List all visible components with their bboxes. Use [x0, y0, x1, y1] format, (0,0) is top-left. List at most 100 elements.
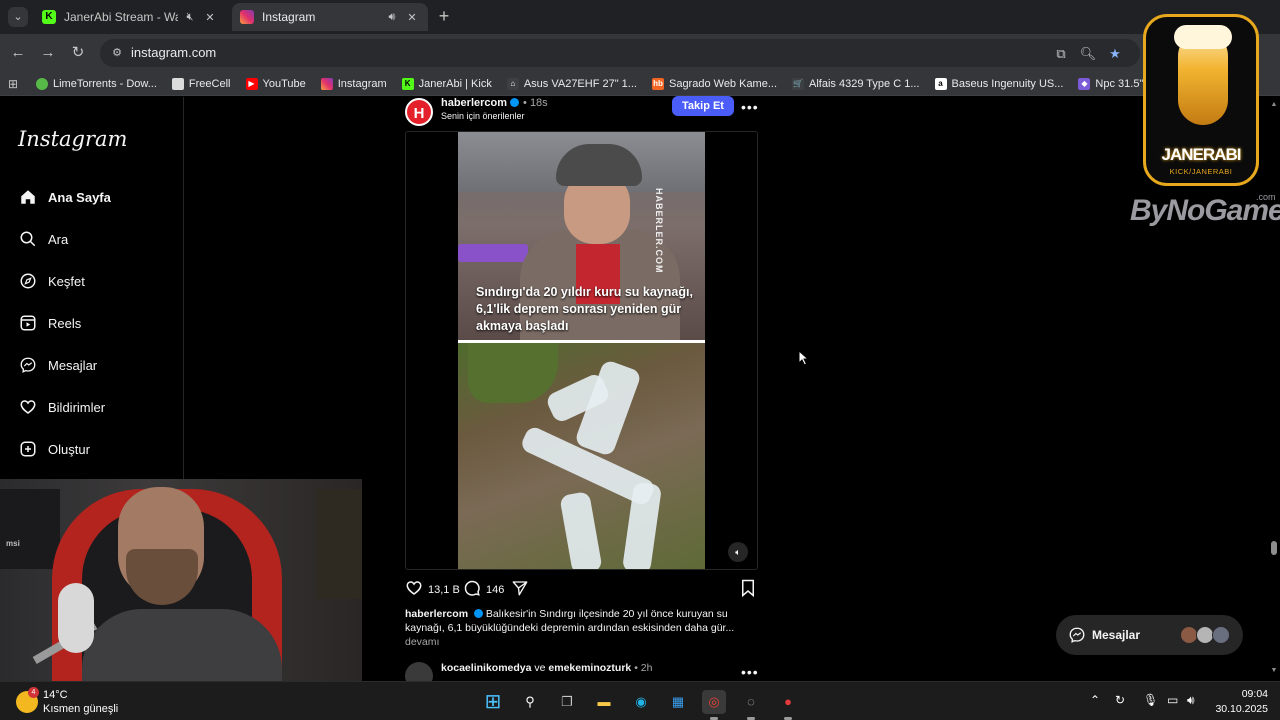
- save-button[interactable]: [740, 579, 756, 600]
- send-icon: [511, 579, 529, 600]
- file-explorer-icon[interactable]: ▬: [592, 690, 616, 714]
- sidebar-item-reels[interactable]: Reels: [18, 313, 81, 333]
- bookmark-star-icon[interactable]: ★: [1106, 45, 1124, 63]
- zoom-icon[interactable]: 🔍︎: [1079, 45, 1097, 63]
- bookmark-item[interactable]: FreeCell: [171, 77, 231, 90]
- site-info-icon[interactable]: ⚙: [110, 46, 124, 60]
- like-button[interactable]: 13,1 B: [405, 579, 460, 600]
- url-text[interactable]: instagram.com: [131, 45, 216, 60]
- bookmark-item[interactable]: Instagram: [320, 77, 387, 90]
- browser-toolbar: ← → ↻ ⚙ instagram.com ⧉ 🔍︎ ★: [0, 34, 1280, 72]
- instagram-icon: [320, 77, 333, 90]
- bookmark-item[interactable]: K JanerAbi | Kick: [401, 77, 492, 90]
- notification-badge: 4: [28, 687, 39, 698]
- forward-icon[interactable]: →: [38, 43, 58, 63]
- sidebar-item-notifications[interactable]: Bildirimler: [18, 397, 105, 417]
- bookmark-item[interactable]: 🛒 Alfais 4329 Type C 1...: [792, 77, 920, 90]
- bookmark-item[interactable]: ⌂ Asus VA27EHF 27" 1...: [506, 77, 637, 90]
- stream-logo: JANERABI KICK/JANERABI: [1143, 14, 1259, 186]
- reload-icon[interactable]: ↻: [68, 43, 88, 63]
- pc-logo: msi: [6, 539, 20, 548]
- obs-icon[interactable]: ◌: [739, 690, 763, 714]
- more-options-icon[interactable]: •••: [741, 664, 759, 680]
- browser-tab-bar: ⌄ K JanerAbi Stream - Watch Live 🔇︎ ✕ In…: [0, 0, 1280, 34]
- speaker-icon[interactable]: 🔊︎: [384, 11, 400, 24]
- close-tab-icon[interactable]: ✕: [202, 11, 218, 24]
- network-icon[interactable]: ▭: [1167, 693, 1178, 707]
- mute-toggle-icon[interactable]: 🔈︎: [728, 542, 748, 562]
- more-options-icon[interactable]: •••: [741, 99, 759, 115]
- windows-taskbar: 4 14°C Kısmen güneşli ⊞ ⚲ ❐ ▬ ◉ ▦ ◎ ◌ ● …: [0, 681, 1280, 720]
- comment-button[interactable]: 146: [463, 579, 504, 600]
- back-icon[interactable]: ←: [8, 43, 28, 63]
- suggested-label: Senin için önerilenler: [441, 111, 525, 121]
- post-header: H haberlercom • 18s Senin için önerilenle…: [405, 96, 759, 127]
- screen: ⌄ K JanerAbi Stream - Watch Live 🔇︎ ✕ In…: [0, 0, 1280, 720]
- caption-more-link[interactable]: devamı: [405, 636, 439, 648]
- post-actions: 13,1 B 146: [405, 579, 758, 599]
- tab-instagram[interactable]: Instagram 🔊︎ ✕: [232, 3, 428, 31]
- sync-icon[interactable]: ↻: [1115, 693, 1125, 707]
- volume-icon[interactable]: 🔊︎: [1187, 693, 1195, 708]
- heart-icon: [18, 397, 38, 417]
- bookmark-favicon-icon: [36, 77, 48, 90]
- install-app-icon[interactable]: ⧉: [1052, 45, 1070, 63]
- windows-start-icon[interactable]: ⊞: [481, 690, 505, 714]
- sidebar-item-messages[interactable]: Mesajlar: [18, 355, 97, 375]
- messenger-icon: [18, 355, 38, 375]
- mouse-cursor-icon: [798, 350, 810, 366]
- page-scrollbar[interactable]: ▲ ▼: [1268, 97, 1280, 680]
- comment-icon: [463, 579, 481, 600]
- tab-janerabi-stream[interactable]: K JanerAbi Stream - Watch Live 🔇︎ ✕: [34, 3, 226, 31]
- app-icon[interactable]: ●: [776, 690, 800, 714]
- apps-grid-icon[interactable]: ⊞: [8, 77, 22, 91]
- bookmark-item[interactable]: a Baseus Ingenuity US...: [934, 77, 1063, 90]
- sponsor-tld: .com: [1256, 192, 1276, 202]
- weather-widget[interactable]: 4 14°C Kısmen güneşli: [16, 687, 136, 717]
- messages-pill[interactable]: Mesajlar: [1056, 615, 1243, 655]
- kick-icon: K: [401, 77, 414, 90]
- bookmark-item[interactable]: hb Sagrado Web Kame...: [651, 77, 777, 90]
- bookmark-item[interactable]: ▶ YouTube: [245, 77, 306, 90]
- reel-video[interactable]: HABERLER.COM Sındırgı'da 20 yıldır kuru …: [458, 132, 705, 569]
- instagram-favicon-icon: [240, 10, 254, 24]
- share-button[interactable]: [511, 579, 529, 600]
- scroll-down-icon[interactable]: ▼: [1270, 667, 1278, 674]
- muted-speaker-icon[interactable]: 🔇︎: [182, 11, 198, 24]
- tab-title: JanerAbi Stream - Watch Live: [64, 10, 178, 24]
- sidebar-item-search[interactable]: Ara: [18, 229, 68, 249]
- compass-icon: [18, 271, 38, 291]
- instagram-logo[interactable]: Instagram: [18, 127, 127, 151]
- post-media[interactable]: HABERLER.COM Sındırgı'da 20 yıldır kuru …: [405, 131, 758, 570]
- video-caption: Sındırgı'da 20 yıldır kuru su kaynağı, 6…: [476, 285, 693, 333]
- task-view-icon[interactable]: ❐: [555, 690, 579, 714]
- scroll-up-icon[interactable]: ▲: [1270, 101, 1278, 108]
- youtube-icon: ▶: [245, 77, 258, 90]
- search-icon[interactable]: ⚲: [518, 690, 542, 714]
- new-tab-button[interactable]: +: [434, 7, 454, 27]
- bookmark-favicon-icon: [171, 77, 184, 90]
- close-tab-icon[interactable]: ✕: [404, 11, 420, 24]
- microphone-icon[interactable]: 🎙︎: [1143, 693, 1158, 707]
- bookmarks-bar: ⊞ LimeTorrents - Dow... FreeCell ▶ YouTub…: [0, 72, 1280, 96]
- follow-button[interactable]: Takip Et: [672, 96, 734, 116]
- avatar[interactable]: H: [405, 98, 433, 126]
- system-clock[interactable]: 09:04 30.10.2025: [1212, 687, 1268, 717]
- tab-search-button[interactable]: ⌄: [8, 7, 28, 27]
- like-count: 13,1 B: [428, 583, 460, 596]
- scrollbar-thumb[interactable]: [1271, 541, 1277, 555]
- verified-badge-icon: [473, 609, 483, 618]
- address-bar[interactable]: ⚙ instagram.com ⧉ 🔍︎ ★: [100, 39, 1140, 67]
- messenger-icon: [1068, 626, 1086, 644]
- cart-icon: 🛒: [792, 77, 805, 90]
- comment-count: 146: [486, 583, 505, 596]
- sidebar-item-create[interactable]: Oluştur: [18, 439, 90, 459]
- sidebar-item-home[interactable]: Ana Sayfa: [18, 187, 111, 207]
- sidebar-item-explore[interactable]: Keşfet: [18, 271, 85, 291]
- post-username[interactable]: haberlercom • 18s: [441, 97, 548, 109]
- tray-overflow-icon[interactable]: ⌃: [1090, 693, 1100, 707]
- bookmark-item[interactable]: LimeTorrents - Dow...: [36, 77, 157, 90]
- edge-icon[interactable]: ◉: [629, 690, 653, 714]
- store-icon[interactable]: ▦: [666, 690, 690, 714]
- chrome-icon[interactable]: ◎: [702, 690, 726, 714]
